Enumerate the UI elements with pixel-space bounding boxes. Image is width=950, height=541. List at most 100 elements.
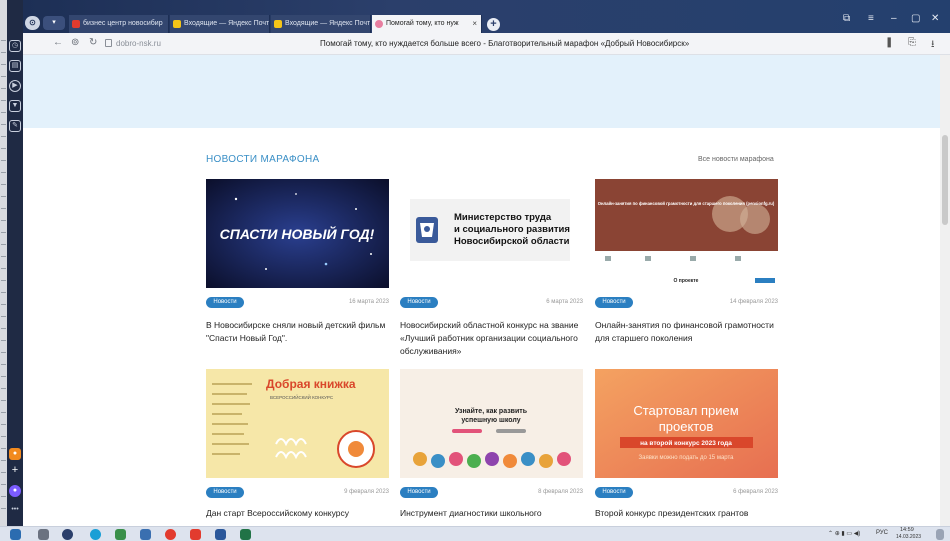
- mail-icon: [173, 20, 181, 28]
- image-caption: Добрая книжка: [266, 377, 356, 391]
- tab-3[interactable]: Входящие — Яндекс Почт: [271, 15, 371, 33]
- ruler-tick: [1, 100, 6, 101]
- yandex-taskbar-icon[interactable]: [165, 529, 176, 540]
- ruler-tick: [1, 436, 6, 437]
- windows-start-icon[interactable]: [10, 529, 21, 540]
- history-icon[interactable]: ◷: [9, 40, 21, 52]
- news-date: 6 февраля 2023: [733, 489, 778, 495]
- news-image[interactable]: Министерство труда и социального развити…: [400, 179, 583, 288]
- news-title[interactable]: В Новосибирске сняли новый детский фильм…: [206, 319, 389, 345]
- news-date: 8 февраля 2023: [538, 489, 583, 495]
- media-icon[interactable]: ▶: [9, 80, 21, 92]
- image-caption: Новосибирской области: [454, 236, 570, 247]
- menu-icon[interactable]: ≡: [868, 13, 874, 24]
- url-field[interactable]: dobro-nsk.ru: [116, 39, 161, 48]
- collections-icon[interactable]: ⧉: [843, 13, 850, 24]
- language-indicator[interactable]: РУС: [876, 530, 888, 536]
- category-badge[interactable]: Новости: [400, 487, 438, 498]
- telegram-taskbar-icon[interactable]: [140, 529, 151, 540]
- category-badge[interactable]: Новости: [595, 297, 633, 308]
- app-taskbar-icon[interactable]: [90, 529, 101, 540]
- maximize-icon[interactable]: ▢: [911, 13, 920, 24]
- ruler-tick: [1, 460, 6, 461]
- tab-2[interactable]: Входящие — Яндекс Почт: [170, 15, 270, 33]
- news-image[interactable]: Стартовал прием проектов на второй конку…: [595, 369, 778, 478]
- close-window-icon[interactable]: ✕: [931, 13, 939, 24]
- bookmark-icon[interactable]: ❚: [885, 37, 893, 48]
- image-caption: О проекте: [674, 278, 699, 284]
- clock-date[interactable]: 14.03.2023: [896, 534, 921, 540]
- news-date: 14 февраля 2023: [729, 299, 778, 305]
- notifications-icon[interactable]: [936, 529, 944, 540]
- news-date: 6 марта 2023: [546, 299, 583, 305]
- tab-1[interactable]: бизнес центр новосибир: [69, 15, 169, 33]
- app-taskbar-icon[interactable]: [190, 529, 201, 540]
- back-icon[interactable]: ←: [53, 37, 63, 48]
- word-taskbar-icon[interactable]: [215, 529, 226, 540]
- add-panel-icon[interactable]: +: [9, 465, 21, 477]
- clock-time[interactable]: 14:59: [900, 527, 914, 533]
- heart-icon: [375, 20, 383, 28]
- ruler-tick: [1, 472, 6, 473]
- news-title[interactable]: Инструмент диагностики школьного: [400, 507, 583, 520]
- image-caption: и социального развития: [454, 224, 570, 235]
- news-title[interactable]: Второй конкурс президентских грантов: [595, 507, 778, 520]
- ruler-tick: [1, 244, 6, 245]
- downloads-icon[interactable]: ▼: [9, 100, 21, 112]
- category-badge[interactable]: Новости: [595, 487, 633, 498]
- close-tab-icon[interactable]: ×: [472, 15, 477, 33]
- excel-taskbar-icon[interactable]: [240, 529, 251, 540]
- news-image[interactable]: Добрая книжка ВСЕРОССИЙСКИЙ КОНКУРС: [206, 369, 389, 478]
- assistant-icon[interactable]: ●: [9, 485, 21, 497]
- more-icon[interactable]: •••: [9, 505, 21, 517]
- ruler-tick: [1, 400, 6, 401]
- all-news-link[interactable]: Все новости марафона: [698, 156, 774, 163]
- browser-menu-icon[interactable]: ⊙: [25, 16, 40, 30]
- news-image[interactable]: Онлайн-занятия по финансовой грамотности…: [595, 179, 778, 288]
- browser-taskbar-icon[interactable]: [62, 529, 73, 540]
- mail-icon: [274, 20, 282, 28]
- tab-label: бизнес центр новосибир: [83, 20, 163, 27]
- page-title: Помогай тому, кто нуждается больше всего…: [320, 39, 690, 48]
- ruler-tick: [1, 280, 6, 281]
- left-ruler: [0, 0, 7, 526]
- reload-icon[interactable]: ↻: [89, 37, 97, 48]
- ruler-tick: [1, 412, 6, 413]
- image-caption: Узнайте, как развить: [455, 407, 528, 415]
- explorer-taskbar-icon[interactable]: [115, 529, 126, 540]
- taskbar: ⌃ ⊕ ▮ ▭ ◀) РУС 14:59 14.03.2023: [0, 526, 950, 541]
- download-icon[interactable]: ⭳: [931, 37, 935, 54]
- ruler-tick: [1, 340, 6, 341]
- reader-icon[interactable]: ⎘: [908, 37, 916, 48]
- tab-active[interactable]: Помогай тому, кто нуж ×: [372, 15, 482, 33]
- category-badge[interactable]: Новости: [206, 297, 244, 308]
- ruler-tick: [1, 160, 6, 161]
- news-title[interactable]: Дан старт Всероссийскому конкурсу: [206, 507, 389, 520]
- news-title[interactable]: Онлайн-занятия по финансовой грамотности…: [595, 319, 778, 345]
- news-image[interactable]: СПАСТИ НОВЫЙ ГОД!: [206, 179, 389, 288]
- news-title[interactable]: Новосибирский областной конкурс на звани…: [400, 319, 583, 358]
- news-image[interactable]: Узнайте, как развить успешную школу: [400, 369, 583, 478]
- image-caption: СПАСТИ НОВЫЙ ГОД!: [220, 225, 375, 242]
- hero-banner: [23, 55, 940, 128]
- ruler-tick: [1, 136, 6, 137]
- bookmarks-icon[interactable]: ▤: [9, 60, 21, 72]
- minimize-icon[interactable]: –: [891, 13, 897, 24]
- ruler-tick: [1, 424, 6, 425]
- ruler-tick: [1, 184, 6, 185]
- alice-icon[interactable]: ●: [9, 448, 21, 460]
- tray-icons[interactable]: ⌃ ⊕ ▮ ▭ ◀): [828, 530, 860, 537]
- task-view-icon[interactable]: [38, 529, 49, 540]
- category-badge[interactable]: Новости: [400, 297, 438, 308]
- new-tab-button[interactable]: +: [487, 18, 500, 31]
- page-scrollbar[interactable]: [940, 55, 950, 526]
- ruler-tick: [1, 172, 6, 173]
- ruler-tick: [1, 292, 6, 293]
- protect-icon[interactable]: ⊚: [71, 37, 79, 48]
- notes-icon[interactable]: ✎: [9, 120, 21, 132]
- tab-label: Входящие — Яндекс Почт: [184, 20, 270, 27]
- ruler-tick: [1, 448, 6, 449]
- category-badge[interactable]: Новости: [206, 487, 244, 498]
- scrollbar-thumb[interactable]: [942, 135, 948, 225]
- tabs-menu-button[interactable]: ▾: [43, 16, 65, 30]
